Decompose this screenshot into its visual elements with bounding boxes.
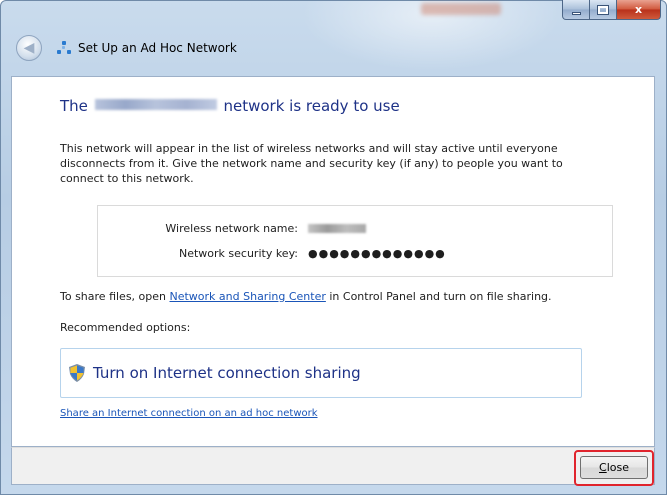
ad-hoc-network-icon [56, 40, 72, 56]
security-key-row: Network security key: ●●●●●●●●●●●●● [98, 247, 614, 263]
maximize-button[interactable] [590, 0, 617, 20]
button-bar [11, 447, 655, 485]
share-suffix: in Control Panel and turn on file sharin… [329, 290, 552, 303]
network-name-row: Wireless network name: [98, 222, 614, 238]
close-button[interactable]: Close [580, 456, 648, 479]
recommended-options-label: Recommended options: [60, 321, 191, 334]
close-window-button[interactable]: x [617, 0, 661, 20]
navigation-bar: ◀ Set Up an Ad Hoc Network [0, 20, 667, 76]
internet-sharing-option[interactable]: Turn on Internet connection sharing [60, 348, 582, 398]
caption-buttons: x [562, 0, 661, 20]
close-icon: x [634, 3, 643, 16]
network-name-value [308, 222, 366, 235]
minimize-button[interactable] [562, 0, 590, 20]
security-key-value: ●●●●●●●●●●●●● [308, 247, 446, 260]
share-files-text: To share files, open Network and Sharing… [60, 290, 552, 303]
option-label: Turn on Internet connection sharing [93, 364, 361, 382]
minimize-icon [571, 11, 581, 15]
network-sharing-center-link[interactable]: Network and Sharing Center [170, 290, 326, 303]
frame-tint [421, 3, 501, 15]
share-prefix: To share files, open [60, 290, 166, 303]
page-heading: The network is ready to use [60, 97, 400, 115]
shield-icon [69, 364, 85, 382]
heading-prefix: The [60, 97, 88, 115]
back-button[interactable]: ◀ [16, 35, 42, 61]
redacted-ssid [308, 224, 366, 233]
description-text: This network will appear in the list of … [60, 142, 563, 185]
content-panel: The network is ready to use This network… [11, 76, 655, 447]
network-details-box: Wireless network name: Network security … [97, 205, 613, 277]
maximize-icon [597, 4, 609, 15]
close-accelerator: C [599, 461, 607, 474]
redacted-network-name [94, 99, 217, 110]
close-label-rest: lose [606, 461, 629, 474]
network-name-label: Wireless network name: [165, 222, 298, 235]
window-title: Set Up an Ad Hoc Network [78, 41, 237, 55]
share-connection-adhoc-link[interactable]: Share an Internet connection on an ad ho… [60, 408, 318, 419]
security-key-label: Network security key: [178, 247, 298, 260]
back-arrow-icon: ◀ [23, 40, 35, 56]
heading-suffix: network is ready to use [223, 97, 400, 115]
